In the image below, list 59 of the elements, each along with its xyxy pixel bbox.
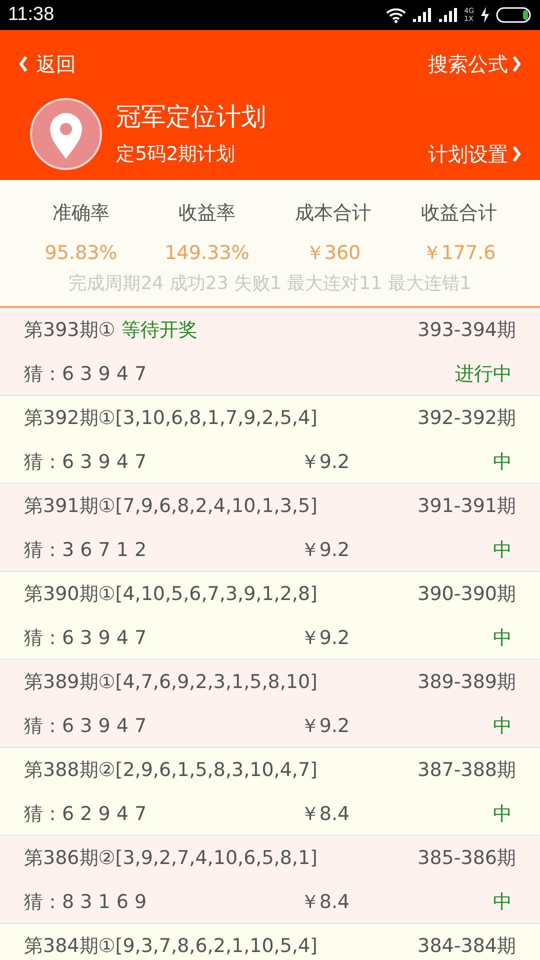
period-range: 392-392期 [418,406,516,431]
guess-text: 猜：3 6 7 1 2 [24,538,148,563]
period-range: 391-391期 [418,494,516,519]
issue-text: 第388期②[2,9,6,1,5,8,3,10,4,7] [24,758,318,783]
period-range: 393-394期 [418,318,516,343]
stat-label: 成本合计 [294,201,372,226]
stat-label: 收益合计 [420,201,498,226]
clock: 11:38 [8,2,54,27]
amount-text: ￥9.2 [299,714,350,739]
search-formula-button[interactable]: 搜索公式 [428,49,522,79]
plan-title: 冠军定位计划 [116,101,267,133]
stat-label: 准确率 [52,201,110,226]
amount-text: ￥9.2 [299,450,350,475]
chevron-right-icon [512,146,522,162]
stat-value: ￥177.6 [421,241,497,266]
charging-icon [480,7,490,23]
amount-text: ￥9.2 [299,626,350,651]
stat-label: 收益率 [178,201,236,226]
result-text: 中 [493,626,512,649]
result-text: 进行中 [455,362,512,385]
chevron-left-icon [18,56,28,72]
location-pin-icon [30,98,102,170]
plan-subtitle: 定5码2期计划 [116,142,236,167]
amount-text: ￥8.4 [299,802,350,827]
guess-text: 猜：6 3 9 4 7 [24,626,148,651]
back-button[interactable]: 返回 [18,49,76,79]
result-text: 中 [493,890,512,913]
issue-text: 第391期①[7,9,6,8,2,4,10,1,3,5] [24,494,318,519]
wifi-icon [386,7,406,23]
issue-text: 第389期①[4,7,6,9,2,3,1,5,8,10] [24,670,318,695]
result-text: 中 [493,538,512,561]
result-text: 中 [493,714,512,737]
guess-text: 猜：8 3 1 6 9 [24,890,148,915]
issue-text: 第386期②[3,9,2,7,4,10,6,5,8,1] [24,846,318,871]
result-text: 中 [493,450,512,473]
guess-text: 猜：6 3 9 4 7 [24,450,148,475]
amount-text: ￥8.4 [299,890,350,915]
plan-settings-button[interactable]: 计划设置 [428,139,522,169]
issue-text: 第392期①[3,10,6,8,1,7,9,2,5,4] [24,406,318,431]
period-range: 385-386期 [418,846,516,871]
signal-icon [412,8,432,22]
issue-text: 第384期①[9,3,7,8,6,2,1,10,5,4] [24,934,318,959]
period-range: 390-390期 [418,582,516,607]
period-range: 387-388期 [418,758,516,783]
stat-value: 95.83% [44,241,118,266]
battery-icon [496,7,532,23]
stat-value: 149.33% [164,241,250,266]
issue-text: 第390期①[4,10,5,6,7,3,9,1,2,8] [24,582,318,607]
amount-text: ￥9.2 [299,538,350,563]
stat-value: ￥360 [304,241,362,266]
issue-text: 第393期① 等待开奖 [24,318,198,343]
guess-text: 猜：6 3 9 4 7 [24,714,148,739]
guess-text: 猜：6 3 9 4 7 [24,362,148,387]
period-range: 389-389期 [418,670,516,695]
chevron-right-icon [512,56,522,72]
signal-icon [438,8,458,22]
result-text: 中 [493,802,512,825]
period-range: 384-384期 [418,934,516,959]
guess-text: 猜：6 2 9 4 7 [24,802,148,827]
